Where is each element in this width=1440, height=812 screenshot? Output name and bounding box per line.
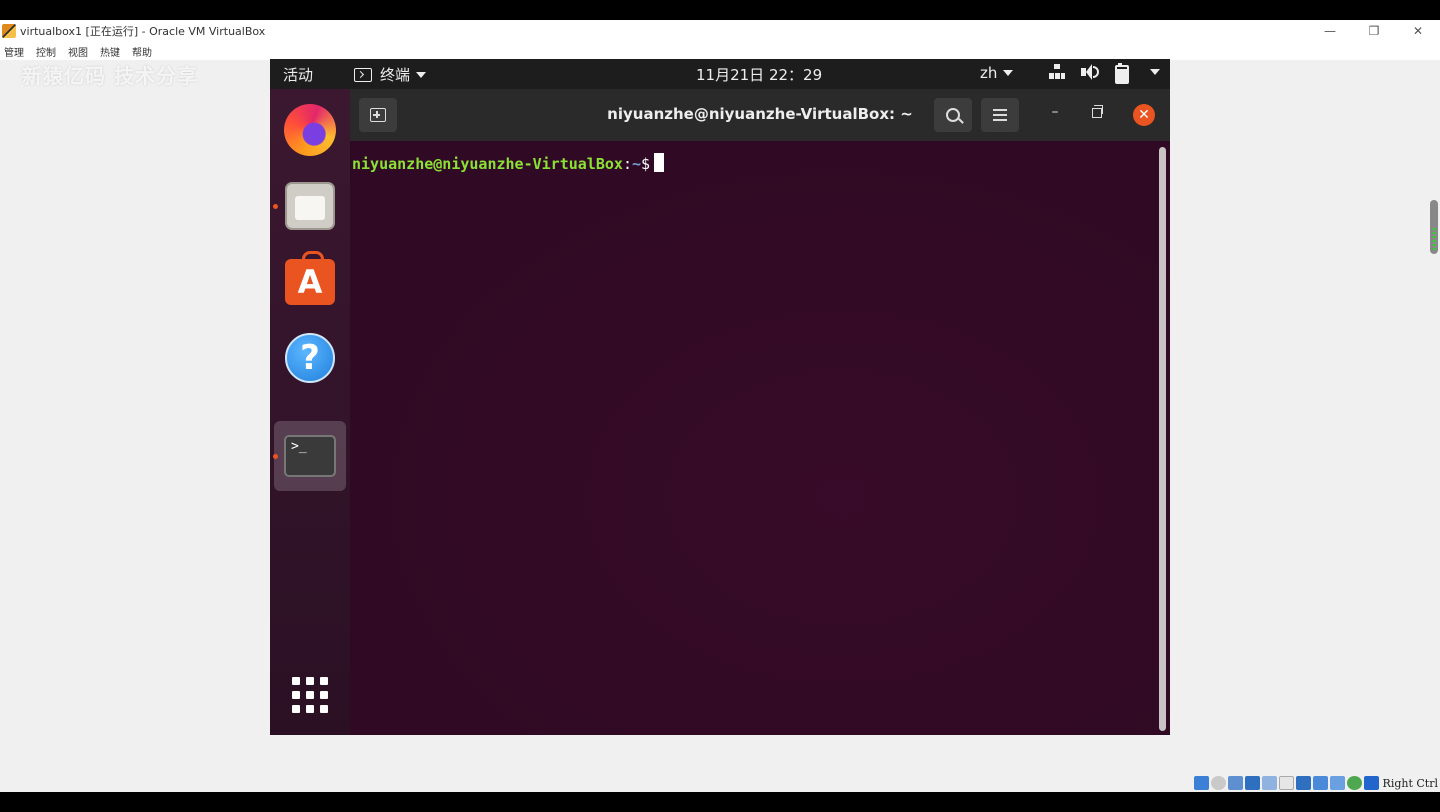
input-method-label: zh xyxy=(980,64,998,82)
dock-item-firefox[interactable] xyxy=(274,95,346,165)
recording-icon[interactable] xyxy=(1312,776,1328,790)
menu-view[interactable]: 视图 xyxy=(68,44,88,59)
gnome-top-bar: 活动 终端 11月21日 22：29 zh xyxy=(270,59,1170,89)
cpu-icon[interactable] xyxy=(1329,776,1345,790)
dock-item-terminal[interactable]: >_ xyxy=(273,421,346,491)
maximize-button[interactable] xyxy=(1092,105,1103,118)
minimize-button[interactable]: – xyxy=(1047,104,1063,122)
letterbox-bottom xyxy=(0,792,1440,812)
volume-icon xyxy=(1080,63,1099,81)
display-icon[interactable] xyxy=(1295,776,1311,790)
host-close-button[interactable]: ✕ xyxy=(1396,20,1440,42)
firefox-icon xyxy=(284,104,336,156)
input-method-button[interactable]: zh xyxy=(980,64,1014,82)
clock[interactable]: 11月21日 22：29 xyxy=(696,64,822,85)
new-tab-icon xyxy=(370,108,386,122)
host-window-title: virtualbox1 [正在运行] - Oracle VM VirtualBo… xyxy=(20,25,266,38)
close-button[interactable]: ✕ xyxy=(1133,104,1155,126)
menu-hotkey[interactable]: 热键 xyxy=(100,44,120,59)
dock-item-software[interactable]: A xyxy=(274,247,346,317)
terminal-headerbar: niyuanzhe@niyuanzhe-VirtualBox: ~ – ✕ xyxy=(350,89,1170,141)
host-window-controls: — ❐ ✕ xyxy=(1308,20,1440,42)
prompt-symbol: $ xyxy=(641,155,651,173)
guest-screen: 活动 终端 11月21日 22：29 zh A ? >_ niyuanzhe@n… xyxy=(270,59,1170,735)
usb-icon[interactable] xyxy=(1261,776,1277,790)
host-menubar: 管理 控制 视图 热键 帮助 xyxy=(0,42,1440,60)
host-key-label: Right Ctrl xyxy=(1382,776,1438,790)
host-scrollbar-grip xyxy=(1433,228,1436,250)
running-indicator xyxy=(273,454,278,459)
new-tab-button[interactable] xyxy=(359,98,397,132)
host-restore-button[interactable]: ❐ xyxy=(1352,20,1396,42)
menu-help[interactable]: 帮助 xyxy=(132,44,152,59)
dock-item-help[interactable]: ? xyxy=(274,323,346,393)
mouse-integration-icon[interactable] xyxy=(1363,776,1379,790)
chevron-down-icon xyxy=(1150,69,1160,75)
terminal-scrollbar[interactable] xyxy=(1159,147,1166,731)
battery-icon xyxy=(1112,63,1130,84)
ubuntu-dock: A ? >_ xyxy=(270,89,350,735)
prompt-path: ~ xyxy=(631,155,641,173)
activities-button[interactable]: 活动 xyxy=(283,64,313,85)
menu-manage[interactable]: 管理 xyxy=(4,44,24,59)
network-wired-icon xyxy=(1048,63,1066,81)
shell-prompt: niyuanzhe@niyuanzhe-VirtualBox:~$ xyxy=(352,153,665,173)
menu-control[interactable]: 控制 xyxy=(36,44,56,59)
dock-item-files[interactable] xyxy=(273,171,346,241)
watermark: 新猿亿码 技术分享 xyxy=(22,64,198,88)
terminal-icon: >_ xyxy=(284,435,336,477)
terminal-menu-button[interactable] xyxy=(981,98,1019,132)
hamburger-menu-icon xyxy=(993,109,1007,121)
terminal-window: niyuanzhe@niyuanzhe-VirtualBox: ~ – ✕ ni… xyxy=(350,89,1170,735)
prompt-user-host: niyuanzhe@niyuanzhe-VirtualBox xyxy=(352,155,623,173)
hard-disk-icon[interactable] xyxy=(1193,776,1209,790)
app-menu-label: 终端 xyxy=(380,66,411,84)
search-icon xyxy=(946,108,960,122)
terminal-search-button[interactable] xyxy=(934,98,972,132)
shared-folders-icon[interactable] xyxy=(1278,776,1294,790)
app-menu-button[interactable]: 终端 xyxy=(354,64,427,85)
software-store-icon: A xyxy=(285,251,335,305)
virtualbox-app-icon xyxy=(2,24,16,38)
network-icon[interactable] xyxy=(1244,776,1260,790)
audio-icon[interactable] xyxy=(1227,776,1243,790)
help-icon: ? xyxy=(285,333,335,383)
prompt-separator: : xyxy=(622,155,632,173)
files-folder-icon xyxy=(285,182,335,230)
text-cursor xyxy=(654,153,665,172)
running-indicator xyxy=(273,204,278,209)
system-tray[interactable] xyxy=(1048,63,1160,84)
letterbox-top xyxy=(0,0,1440,20)
chevron-down-icon xyxy=(1003,70,1014,76)
virtualization-icon[interactable] xyxy=(1346,776,1362,790)
optical-drive-icon[interactable] xyxy=(1210,776,1226,790)
terminal-body[interactable]: niyuanzhe@niyuanzhe-VirtualBox:~$ xyxy=(350,141,1170,735)
terminal-app-icon xyxy=(354,67,372,82)
host-titlebar: virtualbox1 [正在运行] - Oracle VM VirtualBo… xyxy=(0,20,1440,42)
vm-statusbar: Right Ctrl xyxy=(1193,774,1438,792)
host-minimize-button[interactable]: — xyxy=(1308,20,1352,42)
show-applications-button[interactable] xyxy=(292,677,328,713)
chevron-down-icon xyxy=(416,71,427,78)
